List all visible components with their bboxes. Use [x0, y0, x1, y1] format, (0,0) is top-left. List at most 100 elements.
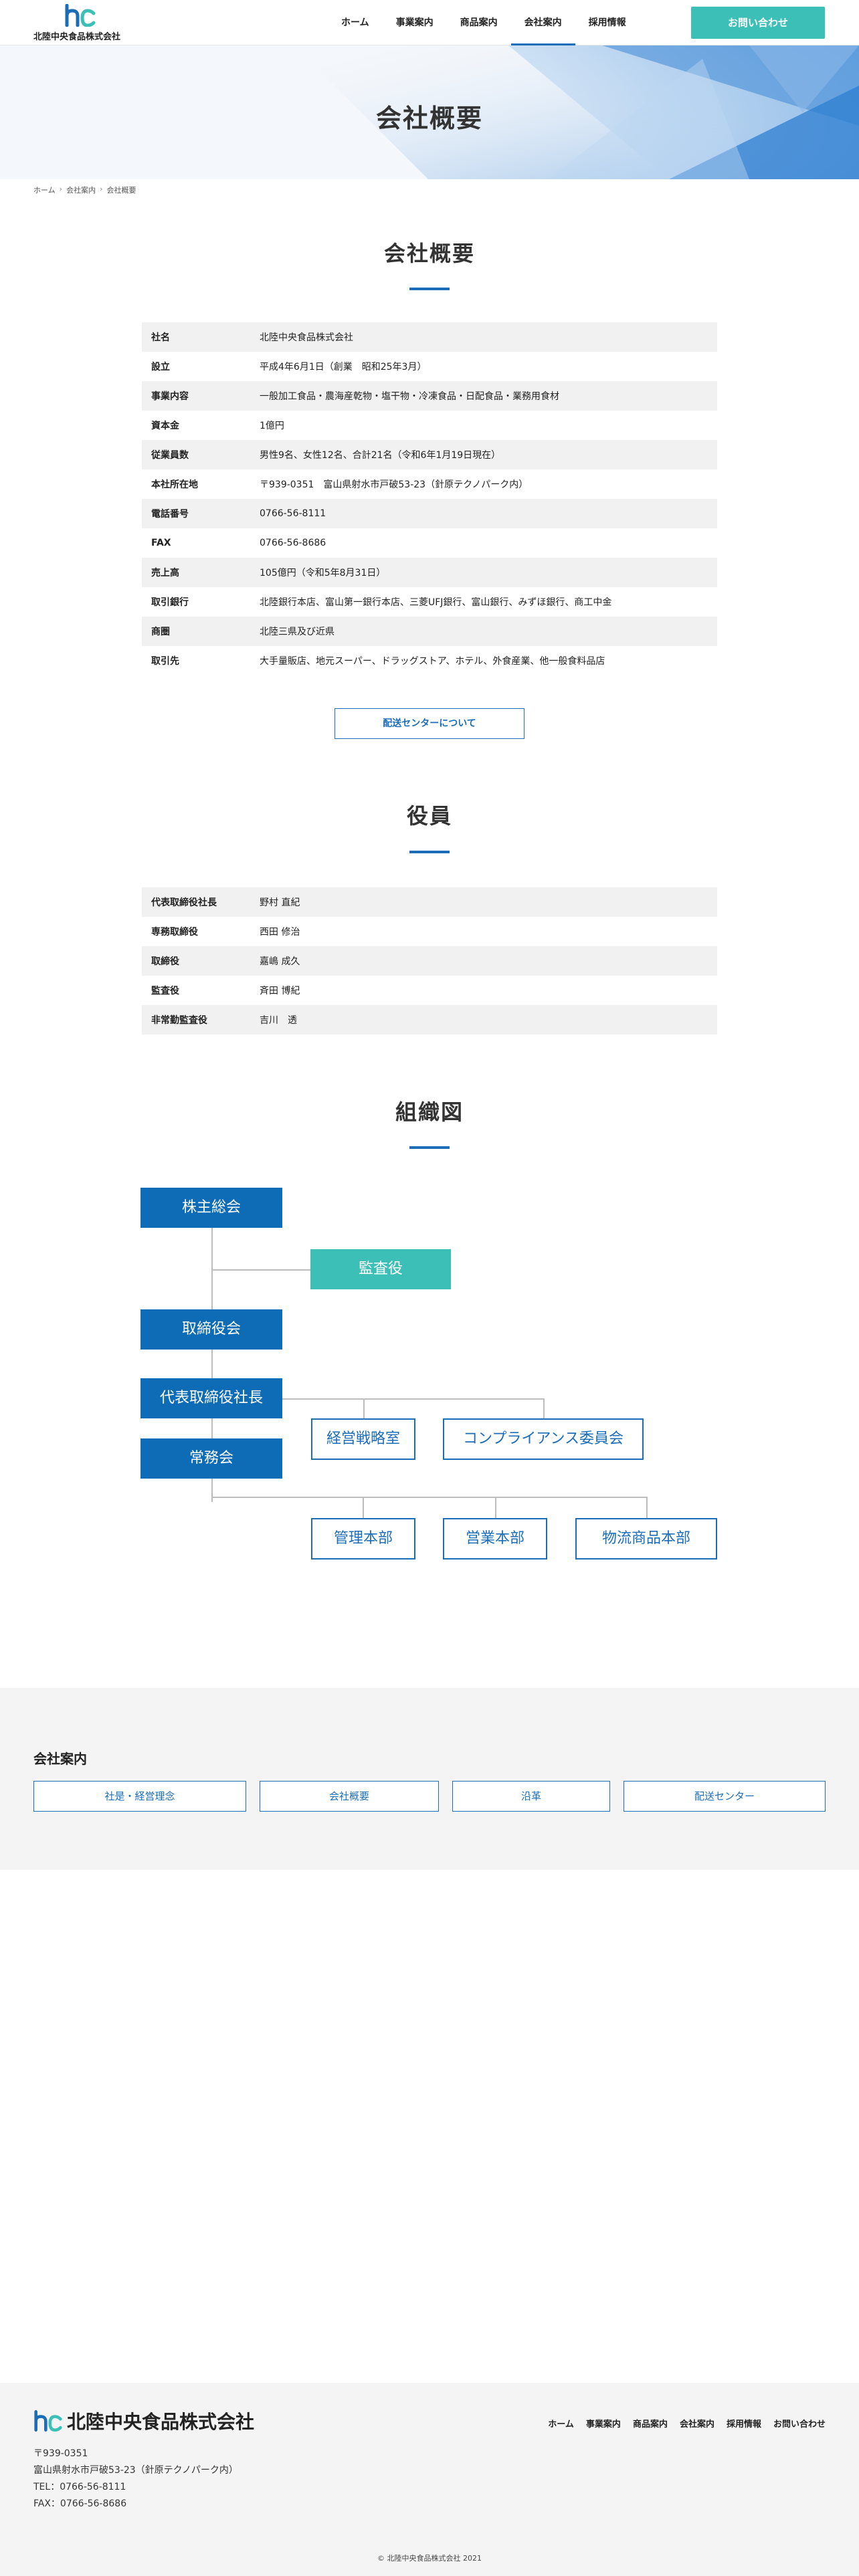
row-value: 105億円（令和5年8月31日）	[260, 558, 717, 587]
link-delivery-center[interactable]: 配送センター	[624, 1781, 826, 1812]
row-value: 斉田 博紀	[260, 986, 300, 996]
officers-table: 代表取締役社長 野村 直紀 専務取締役 西田 修治 取締役 嘉嶋 成久 監査役 斉田 博…	[142, 887, 717, 1035]
breadcrumb-home[interactable]: ホーム	[33, 185, 56, 195]
officers-section-title: 役員	[406, 803, 452, 829]
row-value: 〒939-0351 富山県射水市戸破53-23（針原テクノパーク内）	[260, 479, 529, 490]
page-title: 会社概要	[375, 104, 483, 133]
nav-business[interactable]: 事業案内	[383, 0, 447, 45]
row-label: 設立	[151, 362, 170, 372]
row-value: 0766-56-8686	[260, 538, 326, 548]
org-sales-drop	[495, 1497, 496, 1518]
row-label: 社名	[142, 322, 260, 352]
breadcrumb-separator-icon: ›	[59, 185, 63, 193]
org-auditor: 監査役	[310, 1249, 451, 1289]
row-label: 商圏	[142, 617, 260, 646]
table-row: 代表取締役社長 野村 直紀	[142, 887, 717, 917]
footer-address: 富山県射水市戸破53-23（針原テクノパーク内）	[33, 2465, 238, 2476]
org-auditor-line	[211, 1269, 310, 1271]
footer-nav-home[interactable]: ホーム	[548, 2417, 574, 2430]
footer-nav-contact[interactable]: お問い合わせ	[773, 2417, 826, 2430]
table-row: 商圏 北陸三県及び近県	[142, 617, 717, 646]
row-label: 電話番号	[142, 499, 260, 528]
org-staff-line	[282, 1398, 545, 1400]
row-value: 西田 修治	[260, 927, 300, 938]
table-row: 取締役 嘉嶋 成久	[142, 946, 717, 976]
row-value: 北陸銀行本店、富山第一銀行本店、三菱UFJ銀行、富山銀行、みずほ銀行、商工中金	[260, 597, 612, 608]
delivery-center-button[interactable]: 配送センターについて	[335, 708, 524, 739]
nav-products[interactable]: 商品案内	[447, 0, 511, 45]
row-label: 取締役	[142, 946, 260, 976]
breadcrumb: ホーム › 会社案内 › 会社概要	[33, 185, 136, 195]
row-label: 専務取締役	[151, 927, 198, 938]
row-value: 北陸中央食品株式会社	[260, 322, 717, 352]
row-value: 0766-56-8111	[260, 499, 717, 528]
row-value: 吉川 透	[260, 1005, 717, 1035]
footer-logo[interactable]: 北陸中央食品株式会社	[33, 2409, 255, 2433]
org-compliance-drop	[543, 1398, 545, 1418]
nav-home[interactable]: ホーム	[328, 0, 383, 45]
link-history[interactable]: 沿革	[452, 1781, 610, 1812]
footer-nav-business[interactable]: 事業案内	[586, 2417, 621, 2430]
row-label: 取引銀行	[151, 597, 189, 608]
table-row: 事業内容 一般加工食品・農海産乾物・塩干物・冷凍食品・日配食品・業務用食材	[142, 381, 717, 411]
footer-nav-company[interactable]: 会社案内	[680, 2417, 714, 2430]
table-row: 設立 平成4年6月1日（創業 昭和25年3月）	[142, 352, 717, 381]
page-hero: 会社概要	[0, 45, 859, 179]
org-logistics: 物流商品本部	[575, 1518, 717, 1560]
table-row: 従業員数 男性9名、女性12名、合計21名（令和6年1月19日現在）	[142, 440, 717, 469]
row-value: 平成4年6月1日（創業 昭和25年3月）	[260, 362, 427, 372]
footer-nav-products[interactable]: 商品案内	[633, 2417, 668, 2430]
site-header: 北陸中央食品株式会社 ホーム 事業案内 商品案内 会社案内 採用情報 お問い合わ…	[0, 0, 859, 45]
table-row: 本社所在地 〒939-0351 富山県射水市戸破53-23（針原テクノパーク内）	[142, 469, 717, 499]
table-row: 資本金 1億円	[142, 411, 717, 440]
row-label: 非常勤監査役	[142, 1005, 260, 1035]
logo-company-name: 北陸中央食品株式会社	[33, 32, 121, 42]
footer-company-name: 北陸中央食品株式会社	[67, 2411, 255, 2433]
table-row: 取引銀行 北陸銀行本店、富山第一銀行本店、三菱UFJ銀行、富山銀行、みずほ銀行、商…	[142, 587, 717, 617]
table-row: 専務取締役 西田 修治	[142, 917, 717, 946]
footer-nav: ホーム 事業案内 商品案内 会社案内 採用情報 お問い合わせ	[548, 2417, 826, 2430]
logo-mark-icon	[65, 4, 96, 27]
footer-fax: FAX：0766-56-8686	[33, 2498, 127, 2509]
row-label: FAX	[151, 538, 171, 548]
org-section-title: 組織図	[395, 1099, 464, 1125]
row-value: 一般加工食品・農海産乾物・塩干物・冷凍食品・日配食品・業務用食材	[260, 381, 717, 411]
table-row: 監査役 斉田 博紀	[142, 976, 717, 1005]
contact-button[interactable]: お問い合わせ	[691, 7, 825, 39]
overview-title-rule	[409, 288, 450, 290]
table-row: 電話番号 0766-56-8111	[142, 499, 717, 528]
nav-recruit[interactable]: 採用情報	[575, 0, 640, 45]
company-links-title: 会社案内	[33, 1751, 87, 1767]
org-logistics-drop	[646, 1497, 648, 1518]
org-sales: 営業本部	[443, 1518, 547, 1560]
footer-nav-recruit[interactable]: 採用情報	[727, 2417, 761, 2430]
footer-tel: TEL：0766-56-8111	[33, 2482, 126, 2492]
link-overview[interactable]: 会社概要	[260, 1781, 439, 1812]
row-label: 売上高	[142, 558, 260, 587]
table-row: 社名 北陸中央食品株式会社	[142, 322, 717, 352]
org-admin: 管理本部	[311, 1518, 415, 1560]
row-label: 事業内容	[142, 381, 260, 411]
copyright: © 北陸中央食品株式会社 2021	[377, 2554, 482, 2563]
org-executive: 常務会	[140, 1438, 282, 1479]
row-value: 野村 直紀	[260, 887, 717, 917]
link-philosophy[interactable]: 社是・経営理念	[33, 1781, 246, 1812]
row-label: 従業員数	[142, 440, 260, 469]
footer-logo-mark-icon	[34, 2410, 62, 2432]
org-admin-drop	[363, 1497, 364, 1518]
org-title-rule	[409, 1146, 450, 1149]
row-label: 監査役	[151, 986, 179, 996]
row-value: 嘉嶋 成久	[260, 946, 717, 976]
overview-section-title: 会社概要	[383, 241, 475, 266]
org-president: 代表取締役社長	[140, 1378, 282, 1418]
nav-company[interactable]: 会社案内	[510, 0, 575, 45]
breadcrumb-company[interactable]: 会社案内	[66, 185, 96, 195]
org-compliance: コンプライアンス委員会	[443, 1418, 644, 1460]
table-row: FAX 0766-56-8686	[142, 528, 717, 558]
company-logo[interactable]: 北陸中央食品株式会社	[33, 4, 154, 43]
footer-postal-code: 〒939-0351	[33, 2448, 88, 2459]
company-links-section	[0, 1688, 859, 1870]
org-strategy: 経営戦略室	[311, 1418, 415, 1460]
overview-table: 社名 北陸中央食品株式会社 設立 平成4年6月1日（創業 昭和25年3月） 事業内容…	[142, 322, 717, 675]
row-label: 取引先	[151, 656, 179, 667]
